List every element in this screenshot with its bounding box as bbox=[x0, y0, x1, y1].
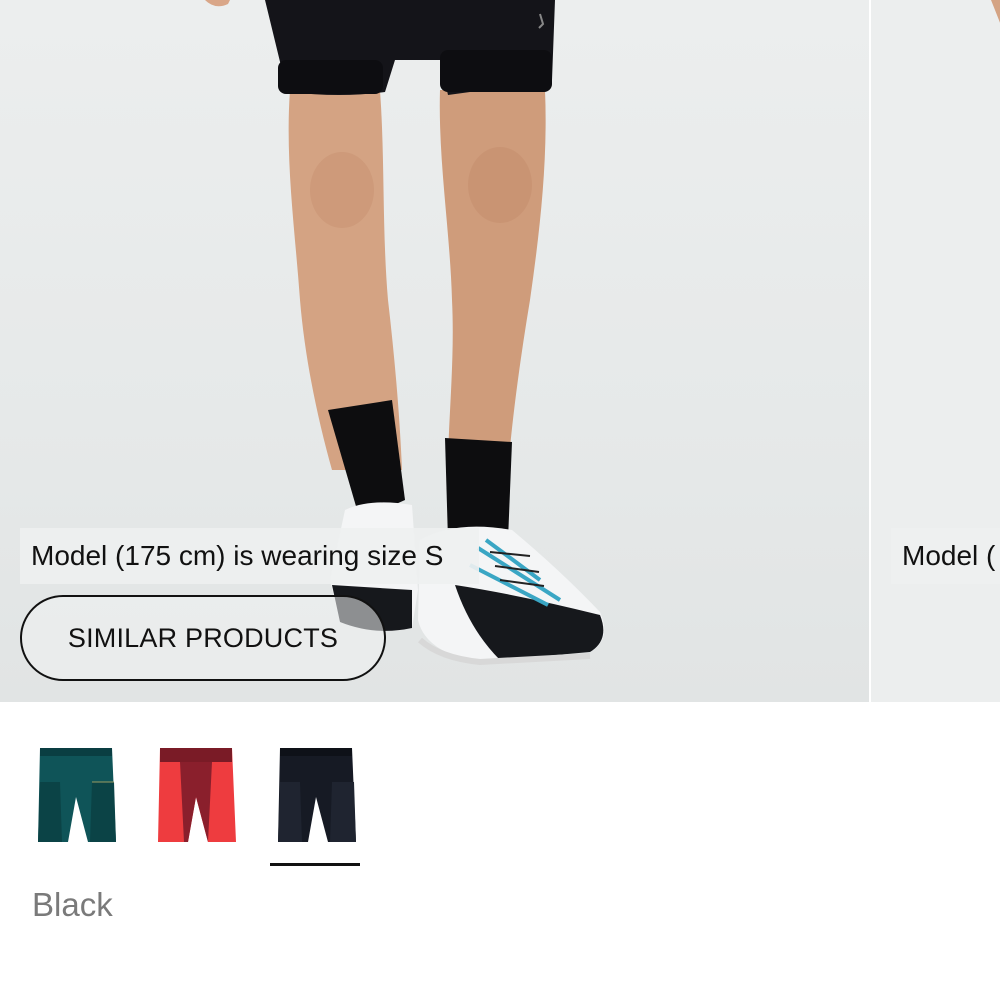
black-shorts-icon bbox=[278, 748, 356, 842]
swatch-red[interactable] bbox=[150, 742, 240, 866]
next-photo bbox=[991, 0, 1000, 23]
product-image-gallery[interactable]: Model (175 cm) is wearing size S SIMILAR… bbox=[0, 0, 1000, 702]
product-image-next[interactable]: Model ( bbox=[869, 0, 1000, 702]
swatch-teal[interactable] bbox=[30, 742, 120, 866]
color-swatches bbox=[0, 702, 1000, 1000]
swatch-black[interactable] bbox=[270, 742, 360, 866]
selected-color-name: Black bbox=[32, 886, 113, 923]
model-size-note: Model (175 cm) is wearing size S bbox=[20, 528, 479, 584]
product-image-main[interactable]: Model (175 cm) is wearing size S SIMILAR… bbox=[0, 0, 869, 702]
selected-swatch-indicator bbox=[270, 863, 360, 866]
teal-shorts-icon bbox=[38, 748, 116, 842]
red-shorts-icon bbox=[158, 748, 236, 842]
next-model-size-note: Model ( bbox=[891, 528, 1000, 584]
similar-products-button[interactable]: SIMILAR PRODUCTS bbox=[20, 595, 386, 681]
